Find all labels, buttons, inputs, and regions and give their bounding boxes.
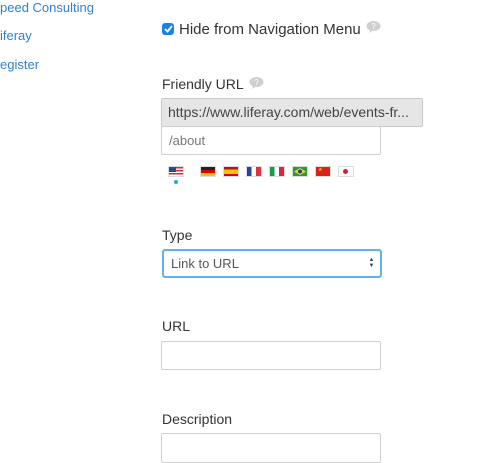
hide-from-nav-checkbox[interactable]: [162, 23, 174, 35]
description-input[interactable]: [161, 433, 381, 463]
url-input[interactable]: [161, 341, 381, 370]
language-flags: ★: [168, 166, 361, 177]
jp-flag-icon[interactable]: [338, 166, 354, 177]
us-flag-icon[interactable]: [168, 166, 184, 177]
it-flag-icon[interactable]: [269, 166, 285, 177]
friendly-url-input[interactable]: /about: [161, 126, 381, 155]
svg-text:?: ?: [371, 22, 376, 31]
friendly-url-label: Friendly URL: [162, 76, 244, 92]
type-select-value: Link to URL: [171, 256, 239, 271]
de-flag-icon[interactable]: [200, 166, 216, 177]
hide-from-nav-label[interactable]: Hide from Navigation Menu: [179, 21, 361, 38]
nav-link-liferay[interactable]: iferay: [0, 28, 32, 43]
svg-text:?: ?: [254, 78, 259, 87]
help-icon[interactable]: ?: [249, 76, 264, 92]
friendly-url-label-row: Friendly URL ?: [162, 76, 264, 92]
nav-link-speed-consulting[interactable]: peed Consulting: [0, 0, 94, 15]
url-label: URL: [162, 318, 191, 334]
friendly-url-prefix: https://www.liferay.com/web/events-fr...: [161, 98, 423, 127]
hide-from-nav-row: Hide from Navigation Menu ?: [162, 20, 381, 38]
es-flag-icon[interactable]: [223, 166, 239, 177]
br-flag-icon[interactable]: [292, 166, 308, 177]
cn-flag-icon[interactable]: ★: [315, 166, 331, 177]
type-select[interactable]: Link to URL ▲ ▼: [162, 249, 382, 278]
help-icon[interactable]: ?: [366, 20, 381, 38]
nav-link-register[interactable]: egister: [0, 57, 39, 72]
description-label: Description: [162, 411, 233, 427]
fr-flag-icon[interactable]: [246, 166, 262, 177]
active-language-indicator: [174, 180, 178, 184]
type-label: Type: [162, 227, 193, 243]
select-arrows-icon: ▲ ▼: [368, 257, 375, 269]
